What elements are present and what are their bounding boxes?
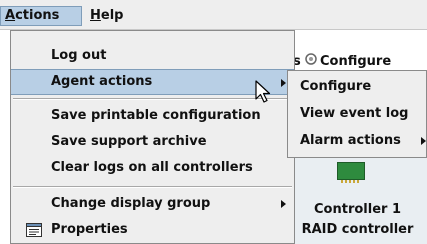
menu-actions[interactable]: Actions — [0, 6, 82, 26]
submenu-arrow-icon — [281, 200, 286, 208]
toolbar-configure-button[interactable]: Configure — [320, 54, 391, 69]
submenu-item-view-event-log[interactable]: View event log — [288, 101, 426, 127]
submenu-item-label: Configure — [300, 79, 372, 94]
menu-help[interactable]: Help — [86, 6, 127, 26]
menu-item-label: Log out — [51, 48, 107, 63]
menu-item-label: Save printable configuration — [51, 108, 261, 123]
menu-item-properties[interactable]: Properties — [11, 217, 294, 243]
menu-help-rest: elp — [100, 8, 124, 23]
menu-item-log-out[interactable]: Log out — [11, 43, 294, 69]
controller-type: RAID controller — [301, 222, 414, 237]
agent-actions-submenu: Configure View event log Alarm actions — [287, 70, 427, 158]
menu-item-label: Agent actions — [51, 74, 153, 89]
menu-help-mnemonic: H — [90, 8, 101, 23]
menu-actions-mnemonic: A — [5, 8, 16, 23]
menu-bar: Actions Help — [0, 0, 427, 30]
menu-item-agent-actions[interactable]: Agent actions — [11, 69, 294, 95]
submenu-item-label: Alarm actions — [300, 133, 401, 148]
menu-item-change-display-group[interactable]: Change display group — [11, 191, 294, 217]
menu-separator — [13, 98, 292, 100]
submenu-arrow-icon — [281, 79, 286, 87]
submenu-arrow-icon — [421, 137, 426, 145]
menu-item-clear-logs[interactable]: Clear logs on all controllers — [11, 155, 294, 181]
menu-item-label: Change display group — [51, 196, 211, 211]
controller-name: Controller 1 — [314, 202, 401, 217]
raid-card-icon — [337, 162, 365, 183]
menu-item-save-support-archive[interactable]: Save support archive — [11, 129, 294, 155]
menu-item-label: Save support archive — [51, 134, 207, 149]
actions-menu: Log out Agent actions Save printable con… — [10, 30, 295, 244]
menu-item-save-printable-configuration[interactable]: Save printable configuration — [11, 103, 294, 129]
menu-actions-rest: ctions — [15, 8, 60, 23]
mouse-cursor-icon — [255, 80, 271, 103]
submenu-item-configure[interactable]: Configure — [288, 74, 426, 100]
menu-item-label: Properties — [51, 222, 128, 237]
configure-icon — [305, 53, 317, 65]
submenu-item-label: View event log — [300, 106, 409, 121]
submenu-item-alarm-actions[interactable]: Alarm actions — [288, 128, 426, 154]
properties-icon — [26, 223, 42, 237]
menu-item-label: Clear logs on all controllers — [51, 160, 253, 175]
menu-separator — [13, 186, 292, 188]
